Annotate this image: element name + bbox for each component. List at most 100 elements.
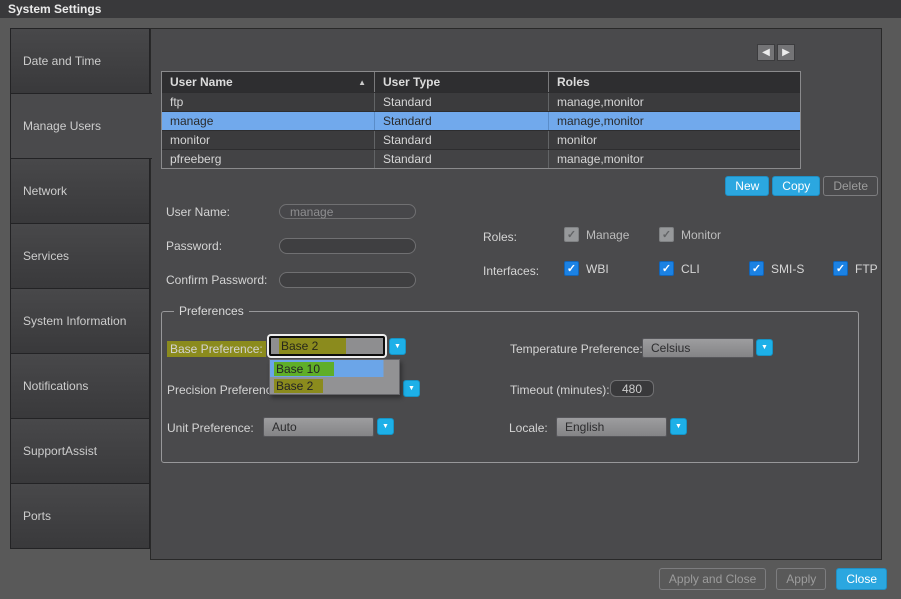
column-header-label: Roles — [557, 75, 590, 89]
temperature-preference-dropdown-button[interactable]: ▼ — [756, 339, 773, 356]
cell-user-type: Standard — [375, 112, 549, 130]
user-name-field[interactable]: manage — [279, 204, 416, 219]
new-button-label: New — [735, 179, 759, 193]
checkbox-monitor[interactable]: ✓ Monitor — [659, 227, 721, 242]
locale-value: English — [565, 420, 604, 434]
highlight-annotation: Base Preference: — [167, 341, 266, 357]
dropdown-option-label: Base 10 — [274, 362, 334, 376]
forward-arrow-icon: ▶ — [782, 47, 790, 58]
close-button[interactable]: Close — [836, 568, 887, 590]
table-page-back-button[interactable]: ◀ — [757, 44, 775, 61]
sidebar-item-system-information[interactable]: System Information — [10, 288, 150, 354]
column-header-label: User Name — [170, 75, 233, 89]
copy-button-label: Copy — [782, 179, 810, 193]
checkbox-wbi[interactable]: ✓ WBI — [564, 261, 609, 276]
sidebar-item-services[interactable]: Services — [10, 223, 150, 289]
sidebar-item-supportassist[interactable]: SupportAssist — [10, 418, 150, 484]
sidebar-item-network[interactable]: Network — [10, 158, 150, 224]
copy-button[interactable]: Copy — [772, 176, 820, 196]
password-field[interactable] — [279, 238, 416, 254]
locale-select[interactable]: English — [556, 417, 667, 437]
column-header-roles[interactable]: Roles — [549, 72, 800, 92]
sidebar-item-date-and-time[interactable]: Date and Time — [10, 28, 150, 94]
settings-sidebar: Date and Time Manage Users Network Servi… — [10, 28, 150, 549]
cell-user-name: manage — [162, 112, 375, 130]
column-header-user-type[interactable]: User Type — [375, 72, 549, 92]
cell-user-type: Standard — [375, 131, 549, 149]
cell-roles: manage,monitor — [549, 150, 800, 168]
base-preference-select[interactable]: Base 2 — [269, 336, 385, 356]
checkbox-checked-disabled-icon: ✓ — [659, 227, 674, 242]
sidebar-item-label: System Information — [23, 314, 126, 328]
cell-user-name: monitor — [162, 131, 375, 149]
cell-user-type: Standard — [375, 150, 549, 168]
unit-preference-label: Unit Preference: — [167, 421, 254, 435]
checkbox-label: Manage — [586, 228, 629, 242]
table-page-forward-button[interactable]: ▶ — [777, 44, 795, 61]
chevron-down-icon: ▼ — [761, 344, 768, 351]
sidebar-item-ports[interactable]: Ports — [10, 483, 150, 549]
confirm-password-field[interactable] — [279, 272, 416, 288]
cell-user-name: pfreeberg — [162, 150, 375, 168]
timeout-field[interactable]: 480 — [610, 380, 654, 397]
preferences-fieldset: Preferences Base Preference: Base 2 ▼ Te… — [161, 311, 859, 463]
confirm-password-row: Confirm Password: — [166, 272, 416, 288]
users-table: User Name ▲ User Type Roles ftp Standard… — [161, 71, 801, 169]
unit-preference-select[interactable]: Auto — [263, 417, 374, 437]
cell-roles: manage,monitor — [549, 93, 800, 111]
sidebar-item-label: Ports — [23, 509, 51, 523]
temperature-preference-label: Temperature Preference: — [510, 342, 643, 356]
back-arrow-icon: ◀ — [762, 47, 770, 58]
delete-button[interactable]: Delete — [823, 176, 878, 196]
apply-and-close-button[interactable]: Apply and Close — [659, 568, 766, 590]
table-row-manage[interactable]: manage Standard manage,monitor — [162, 111, 800, 130]
unit-preference-dropdown-button[interactable]: ▼ — [377, 418, 394, 435]
user-name-value: manage — [290, 205, 333, 219]
locale-dropdown-button[interactable]: ▼ — [670, 418, 687, 435]
password-row: Password: — [166, 238, 416, 254]
sidebar-item-manage-users[interactable]: Manage Users — [10, 93, 152, 159]
sidebar-item-label: Network — [23, 184, 67, 198]
interfaces-label: Interfaces: — [483, 264, 539, 278]
sidebar-item-label: SupportAssist — [23, 444, 97, 458]
cell-roles: monitor — [549, 131, 800, 149]
timeout-value: 480 — [622, 382, 642, 396]
column-header-user-name[interactable]: User Name ▲ — [162, 72, 375, 92]
temperature-preference-value: Celsius — [651, 341, 690, 355]
precision-preference-dropdown-button[interactable]: ▼ — [403, 380, 420, 397]
chevron-down-icon: ▼ — [382, 423, 389, 430]
checkbox-checked-icon: ✓ — [564, 261, 579, 276]
checkbox-cli[interactable]: ✓ CLI — [659, 261, 700, 276]
temperature-preference-select[interactable]: Celsius — [642, 338, 754, 358]
manage-users-panel: ◀ ▶ User Name ▲ User Type Roles ftp Stan… — [150, 28, 882, 560]
sidebar-item-notifications[interactable]: Notifications — [10, 353, 150, 419]
cell-user-name: ftp — [162, 93, 375, 111]
apply-button[interactable]: Apply — [776, 568, 826, 590]
delete-button-label: Delete — [833, 179, 868, 193]
table-row-ftp[interactable]: ftp Standard manage,monitor — [162, 92, 800, 111]
user-name-label: User Name: — [166, 205, 279, 219]
chevron-down-icon: ▼ — [675, 423, 682, 430]
checkbox-checked-disabled-icon: ✓ — [564, 227, 579, 242]
sidebar-item-label: Notifications — [23, 379, 88, 393]
checkbox-ftp[interactable]: ✓ FTP — [833, 261, 878, 276]
checkbox-smi-s[interactable]: ✓ SMI-S — [749, 261, 804, 276]
sidebar-item-label: Manage Users — [23, 119, 101, 133]
table-row-pfreeberg[interactable]: pfreeberg Standard manage,monitor — [162, 149, 800, 168]
roles-label: Roles: — [483, 230, 517, 244]
window-titlebar: System Settings — [0, 0, 901, 18]
table-row-monitor[interactable]: monitor Standard monitor — [162, 130, 800, 149]
window-title: System Settings — [8, 2, 101, 16]
base-preference-dropdown-button[interactable]: ▼ — [389, 338, 406, 355]
dropdown-option-base-10[interactable]: Base 10 — [270, 360, 399, 377]
new-button[interactable]: New — [725, 176, 769, 196]
checkbox-checked-icon: ✓ — [833, 261, 848, 276]
checkbox-checked-icon: ✓ — [659, 261, 674, 276]
checkbox-manage[interactable]: ✓ Manage — [564, 227, 629, 242]
checkbox-checked-icon: ✓ — [749, 261, 764, 276]
table-actions: New Copy Delete — [151, 176, 878, 196]
dropdown-option-base-2[interactable]: Base 2 — [270, 377, 399, 394]
close-label: Close — [846, 572, 877, 586]
base-preference-value: Base 2 — [279, 338, 346, 354]
cell-roles: manage,monitor — [549, 112, 800, 130]
